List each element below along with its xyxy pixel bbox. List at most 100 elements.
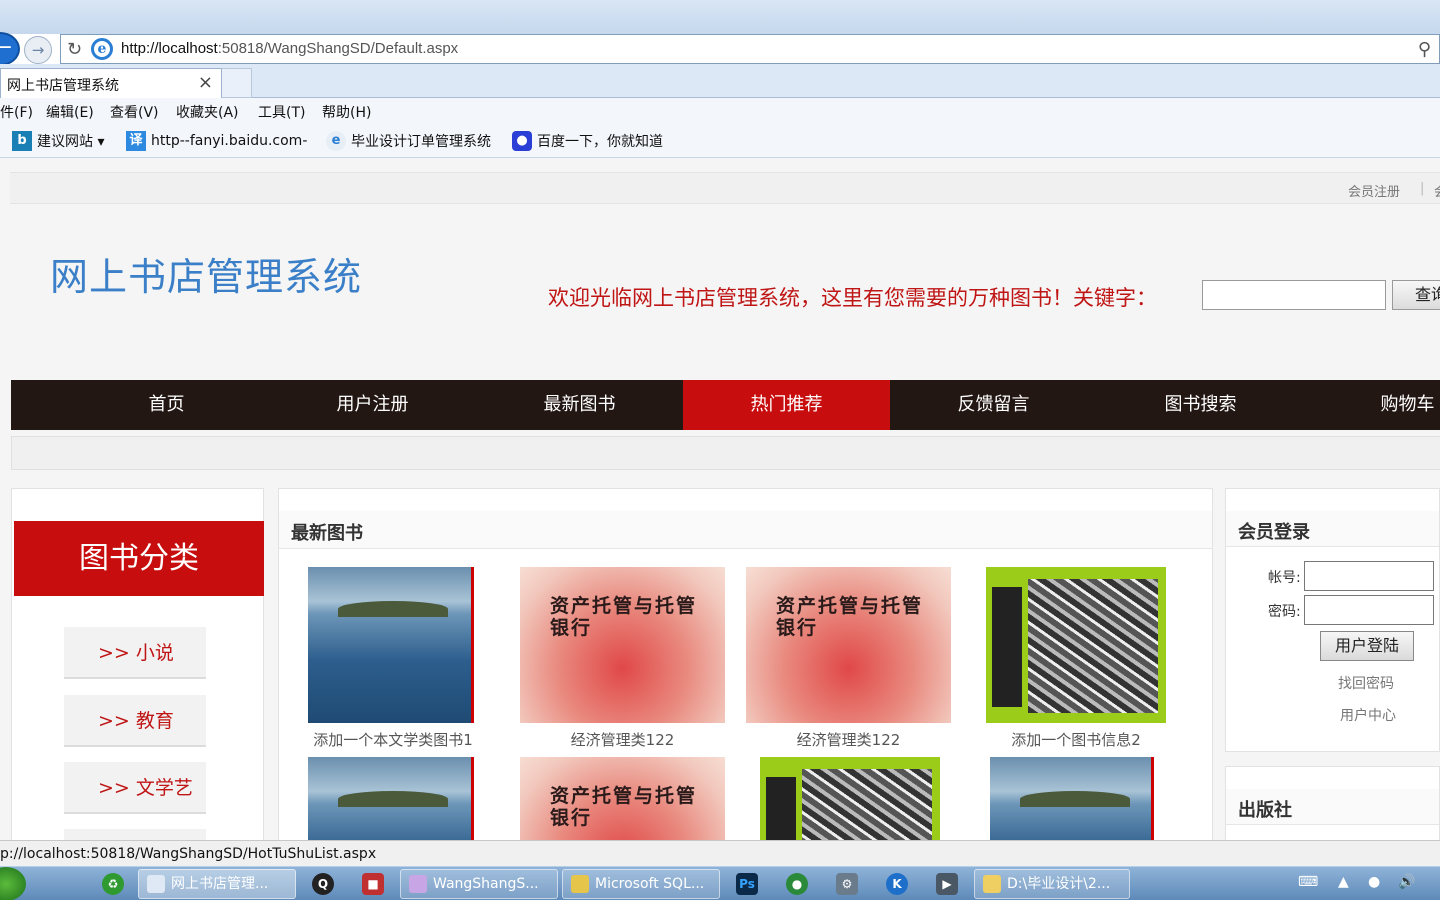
app-icon[interactable]: ■: [362, 873, 384, 895]
tab-bar: 网上书店管理系统 ×: [0, 64, 1440, 98]
menu-file[interactable]: 件(F): [0, 102, 33, 122]
book-title[interactable]: 添加一个本文学类图书1: [298, 729, 488, 750]
login-button[interactable]: 用户登陆: [1320, 631, 1414, 661]
start-button[interactable]: [0, 867, 26, 900]
book-cover[interactable]: [760, 757, 940, 840]
book-card[interactable]: 添加一个图书信息2: [986, 567, 1166, 749]
menu-view[interactable]: 查看(V): [110, 102, 159, 122]
category-panel: 图书分类 >> 小说 >> 教育 >> 文学艺术: [11, 488, 264, 840]
book-cover[interactable]: [986, 567, 1166, 723]
qq-icon[interactable]: Q: [312, 873, 334, 895]
volume-icon[interactable]: 🔊: [1398, 874, 1415, 890]
publisher-header: 出版社: [1226, 789, 1439, 825]
nav-hot-recommend[interactable]: 热门推荐: [683, 380, 890, 430]
account-input[interactable]: [1304, 561, 1434, 591]
book-card[interactable]: [990, 757, 1154, 840]
publisher-title: 出版社: [1238, 800, 1292, 821]
tray-expand-icon[interactable]: ▲: [1338, 874, 1349, 890]
search-icon[interactable]: ⚲: [1418, 39, 1431, 60]
menu-edit[interactable]: 编辑(E): [46, 102, 94, 122]
link-separator: |: [1420, 181, 1425, 196]
qq-tray-icon[interactable]: ●: [1368, 874, 1380, 890]
login-header: 会员登录: [1226, 511, 1439, 547]
fav-fanyi[interactable]: 译 http--fanyi.baidu.com-: [126, 131, 307, 151]
fav-baidu[interactable]: ● 百度一下，你就知道: [512, 131, 663, 151]
search-button[interactable]: 查询: [1392, 280, 1440, 310]
refresh-icon[interactable]: ↻: [67, 39, 82, 60]
book-card[interactable]: [308, 757, 474, 840]
nav-user-register[interactable]: 用户注册: [269, 380, 476, 430]
tab-label: 网上书店管理系统: [7, 78, 119, 94]
main-nav: 首页 用户注册 最新图书 热门推荐 反馈留言 图书搜索 购物车: [11, 380, 1440, 430]
forward-button[interactable]: →: [24, 36, 52, 64]
category-item-more[interactable]: [64, 829, 206, 840]
login-title: 会员登录: [1238, 522, 1310, 543]
member-register-link[interactable]: 会员注册: [1348, 181, 1400, 200]
book-card[interactable]: 资产托管与托管银行: [520, 757, 725, 840]
web-page: 会员注册 | 会 网上书店管理系统 欢迎光临网上书店管理系统，这里有您需要的万种…: [0, 158, 1440, 840]
book-title[interactable]: 经济管理类122: [520, 729, 725, 750]
taskbar-vs-window[interactable]: WangShangS...: [400, 869, 558, 899]
category-item-education[interactable]: >> 教育: [64, 695, 206, 747]
address-bar[interactable]: ↻ e http://localhost:50818/WangShangSD/D…: [60, 34, 1440, 64]
book-card[interactable]: 资产托管与托管银行 经济管理类122: [520, 567, 725, 749]
user-center-link[interactable]: 用户中心: [1340, 705, 1396, 725]
book-cover[interactable]: 资产托管与托管银行: [520, 757, 725, 840]
password-input[interactable]: [1304, 595, 1434, 625]
taskbar-ie-window[interactable]: 网上书店管理...: [138, 869, 296, 899]
k-app-icon[interactable]: K: [886, 873, 908, 895]
category-item-literature-art[interactable]: >> 文学艺术: [64, 762, 206, 840]
taskbar-sql-window[interactable]: Microsoft SQL...: [562, 869, 720, 899]
address-url[interactable]: http://localhost:50818/WangShangSD/Defau…: [121, 40, 458, 57]
book-title[interactable]: 添加一个图书信息2: [986, 729, 1166, 750]
nav-feedback[interactable]: 反馈留言: [890, 380, 1097, 430]
translate-icon: 译: [126, 131, 146, 151]
menu-tools[interactable]: 工具(T): [258, 102, 305, 122]
site-title: 网上书店管理系统: [50, 255, 363, 299]
browser-icon[interactable]: ●: [786, 873, 808, 895]
publisher-panel: 出版社: [1225, 766, 1440, 840]
book-cover[interactable]: [308, 567, 474, 723]
favorites-bar: b 建议网站 ▾ 译 http--fanyi.baidu.com- e 毕业设计…: [0, 126, 1440, 158]
book-title[interactable]: 经济管理类122: [746, 729, 951, 750]
taskbar: ♻ 网上书店管理... Q ■ WangShangS... Microsoft …: [0, 866, 1440, 900]
member-login-link[interactable]: 会: [1434, 181, 1440, 200]
book-cover[interactable]: 资产托管与托管银行: [746, 567, 951, 723]
nav-book-search[interactable]: 图书搜索: [1097, 380, 1304, 430]
status-bar: p://localhost:50818/WangShangSD/HotTuShu…: [0, 840, 1440, 866]
back-button[interactable]: ←: [0, 32, 20, 66]
book-cover[interactable]: 资产托管与托管银行: [520, 567, 725, 723]
tab-bookstore[interactable]: 网上书店管理系统 ×: [0, 68, 222, 98]
status-url: p://localhost:50818/WangShangSD/HotTuShu…: [0, 846, 377, 862]
category-item-novel[interactable]: >> 小说: [64, 627, 206, 679]
keyboard-icon[interactable]: ⌨: [1298, 874, 1318, 890]
nav-latest-books[interactable]: 最新图书: [476, 380, 683, 430]
media-icon[interactable]: ▶: [936, 873, 958, 895]
book-card[interactable]: 资产托管与托管银行 经济管理类122: [746, 567, 951, 749]
keyword-input[interactable]: [1202, 280, 1386, 310]
new-tab-button[interactable]: [222, 68, 252, 98]
baidu-paw-icon: ●: [512, 131, 532, 151]
forgot-password-link[interactable]: 找回密码: [1338, 673, 1394, 693]
fav-order-system[interactable]: e 毕业设计订单管理系统: [326, 131, 491, 151]
ie-logo-icon: e: [91, 38, 113, 60]
recycle-icon[interactable]: ♻: [102, 873, 124, 895]
tool-icon[interactable]: ⚙: [836, 873, 858, 895]
book-card[interactable]: [760, 757, 940, 840]
taskbar-folder-window[interactable]: D:\毕业设计\2...: [974, 869, 1130, 899]
book-cover[interactable]: [990, 757, 1154, 840]
photoshop-icon[interactable]: Ps: [736, 873, 758, 895]
menu-favorites[interactable]: 收藏夹(A): [176, 102, 239, 122]
book-cover[interactable]: [308, 757, 474, 840]
sql-server-icon: [571, 875, 589, 893]
menu-help[interactable]: 帮助(H): [322, 102, 371, 122]
fav-suggested-sites[interactable]: b 建议网站 ▾: [12, 131, 104, 151]
nav-cart[interactable]: 购物车: [1304, 380, 1440, 430]
cover-title: 资产托管与托管银行: [550, 595, 698, 639]
close-icon[interactable]: ×: [198, 72, 213, 93]
book-card[interactable]: 添加一个本文学类图书1: [308, 567, 474, 749]
member-login-panel: 会员登录 帐号: 密码: 用户登陆 找回密码 用户中心: [1225, 488, 1440, 752]
nav-home[interactable]: 首页: [63, 380, 270, 430]
bing-icon: b: [12, 131, 32, 151]
category-title: 图书分类: [14, 521, 264, 596]
